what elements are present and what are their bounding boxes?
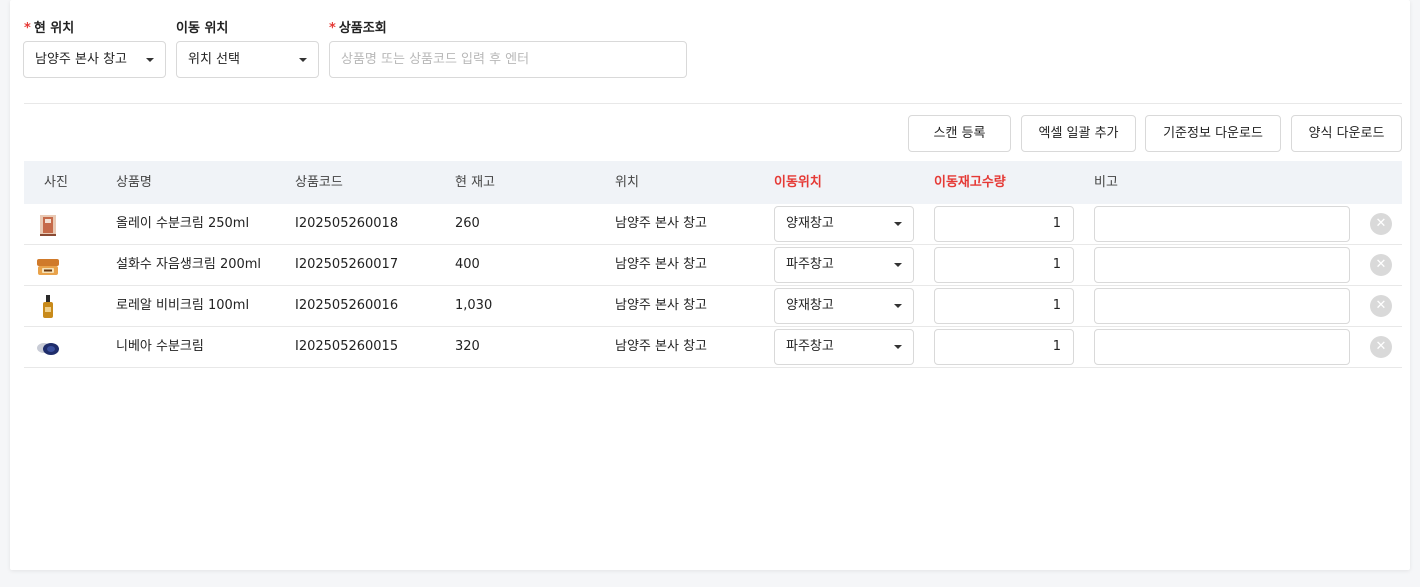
product-code: I202505260018 — [295, 216, 399, 231]
move-qty-input[interactable]: 1 — [934, 247, 1074, 283]
table-row: 설화수 자음생크림 200ml I202505260017 400 남양주 본사… — [24, 245, 1402, 286]
product-code: I202505260017 — [295, 257, 399, 272]
template-download-button[interactable]: 양식 다운로드 — [1291, 115, 1402, 152]
cream-jar-icon — [37, 259, 59, 275]
column-header-move-qty: 이동재고수량 — [934, 175, 1006, 190]
move-location-select[interactable]: 위치 선택 — [176, 41, 319, 78]
delete-row-icon[interactable]: ✕ — [1370, 336, 1392, 358]
move-location-label: 이동 위치 — [176, 21, 229, 36]
product-code: I202505260016 — [295, 298, 399, 313]
location: 남양주 본사 창고 — [615, 257, 707, 272]
tin-can-icon — [37, 343, 59, 355]
column-header-photo: 사진 — [44, 175, 68, 190]
chevron-down-icon — [146, 58, 154, 62]
table-header: 사진 상품명 상품코드 현 재고 위치 이동위치 이동재고수량 비고 — [24, 161, 1402, 204]
delete-row-icon[interactable]: ✕ — [1370, 213, 1392, 235]
delete-row-icon[interactable]: ✕ — [1370, 254, 1392, 276]
move-location-select[interactable]: 파주창고 — [774, 329, 914, 365]
location: 남양주 본사 창고 — [615, 339, 707, 354]
product-name: 올레이 수분크림 250ml — [116, 216, 250, 231]
chevron-down-icon — [299, 58, 307, 62]
current-stock: 260 — [455, 216, 480, 231]
stock-transfer-panel: *현 위치 이동 위치 *상품조회 남양주 본사 창고 위치 선택 스캔 등록 … — [10, 0, 1410, 570]
scan-register-button[interactable]: 스캔 등록 — [908, 115, 1011, 152]
product-search-label: * 상품조회 — [329, 21, 387, 36]
product-name: 로레알 비비크림 100ml — [116, 298, 250, 313]
product-code: I202505260015 — [295, 339, 399, 354]
location: 남양주 본사 창고 — [615, 216, 707, 231]
divider — [24, 103, 1402, 104]
move-location-select[interactable]: 양재창고 — [774, 288, 914, 324]
column-header-current-stock: 현 재고 — [455, 175, 496, 190]
chevron-down-icon — [894, 345, 902, 349]
current-stock: 1,030 — [455, 298, 493, 313]
current-location-select[interactable]: 남양주 본사 창고 — [23, 41, 166, 78]
memo-input[interactable] — [1094, 247, 1350, 283]
location: 남양주 본사 창고 — [615, 298, 707, 313]
product-search-input[interactable] — [329, 41, 687, 78]
base-info-download-button[interactable]: 기준정보 다운로드 — [1145, 115, 1281, 152]
column-header-memo: 비고 — [1094, 175, 1118, 190]
excel-bulk-add-button[interactable]: 엑셀 일괄 추가 — [1021, 115, 1136, 152]
current-stock: 400 — [455, 257, 480, 272]
memo-input[interactable] — [1094, 329, 1350, 365]
chevron-down-icon — [894, 304, 902, 308]
memo-input[interactable] — [1094, 288, 1350, 324]
move-qty-input[interactable]: 1 — [934, 288, 1074, 324]
move-qty-input[interactable]: 1 — [934, 206, 1074, 242]
chevron-down-icon — [894, 222, 902, 226]
move-location-select[interactable]: 양재창고 — [774, 206, 914, 242]
delete-row-icon[interactable]: ✕ — [1370, 295, 1392, 317]
move-qty-input[interactable]: 1 — [934, 329, 1074, 365]
current-stock: 320 — [455, 339, 480, 354]
product-name: 설화수 자음생크림 200ml — [116, 257, 262, 272]
column-header-location: 위치 — [615, 175, 639, 190]
memo-input[interactable] — [1094, 206, 1350, 242]
table-row: 로레알 비비크림 100ml I202505260016 1,030 남양주 본… — [24, 286, 1402, 327]
table-row: 니베아 수분크림 I202505260015 320 남양주 본사 창고 파주창… — [24, 327, 1402, 368]
current-location-label: * 현 위치 — [24, 21, 75, 36]
column-header-product-code: 상품코드 — [295, 175, 343, 190]
move-location-select[interactable]: 파주창고 — [774, 247, 914, 283]
product-name: 니베아 수분크림 — [116, 339, 204, 354]
chevron-down-icon — [894, 263, 902, 267]
table-row: 올레이 수분크림 250ml I202505260018 260 남양주 본사 … — [24, 204, 1402, 245]
cream-box-icon — [40, 215, 56, 236]
serum-bottle-icon — [43, 295, 53, 318]
column-header-move-location: 이동위치 — [774, 175, 822, 190]
column-header-product-name: 상품명 — [116, 175, 152, 190]
